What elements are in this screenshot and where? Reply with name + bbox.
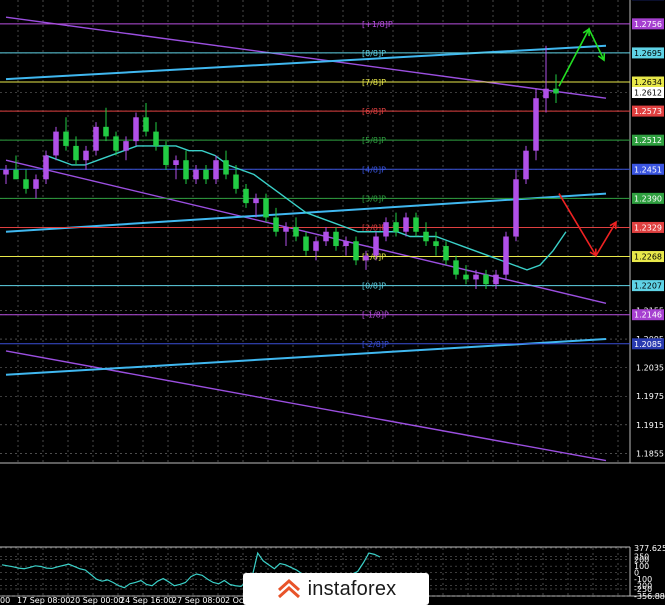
instaforex-logo-mark	[277, 578, 300, 599]
y-tick-label: 1.1975	[636, 392, 664, 401]
candle-body	[303, 236, 309, 251]
candle-body	[553, 88, 559, 94]
candle-body	[3, 169, 9, 175]
candle-body	[313, 241, 319, 251]
candle-body	[413, 217, 419, 232]
price-tag-label: 1.2634	[634, 78, 662, 87]
candle-body	[353, 241, 359, 261]
candle-body	[53, 131, 59, 156]
candle-body	[103, 126, 109, 137]
candle-body	[273, 217, 279, 232]
candle-body	[73, 145, 79, 161]
murrey-level-label: [6/8]P	[362, 107, 386, 116]
candle-body	[343, 241, 349, 247]
candle-body	[33, 179, 39, 189]
murrey-level-label: [-1/8]P	[362, 311, 389, 320]
price-tag-label: 1.2756	[634, 20, 662, 29]
candle-body	[93, 126, 99, 151]
candle-body	[213, 160, 219, 180]
candle-body	[173, 160, 179, 165]
y-tick-label: 1.1915	[636, 421, 664, 430]
murrey-level-label: [8/8]P	[362, 49, 386, 58]
candle-body	[493, 274, 499, 285]
x-tick-label: 20 Sep 00:00	[70, 596, 123, 605]
x-axis: 00 17 Sep 08:00 20 Sep 00:0024 Sep 16:0027…	[0, 596, 246, 605]
x-tick-label: 24 Sep 16:00	[120, 596, 173, 605]
candle-body	[23, 179, 29, 189]
candle-body	[83, 150, 89, 161]
candle-body	[163, 145, 169, 165]
candle-body	[233, 174, 239, 189]
price-tag-label: 1.2146	[634, 311, 662, 320]
instaforex-logo-text: instaforex	[307, 577, 397, 600]
candle-body	[503, 236, 509, 275]
candle-body	[183, 160, 189, 180]
candle-body	[363, 255, 369, 261]
candle-body	[523, 150, 529, 180]
candle-body	[423, 231, 429, 242]
candle-body	[403, 217, 409, 232]
y-tick-label: 1.2035	[636, 364, 664, 373]
candle-body	[43, 155, 49, 180]
candle-body	[133, 117, 139, 142]
candle-body	[393, 222, 399, 232]
murrey-level-label: [7/8]P	[362, 78, 386, 87]
candle-body	[223, 160, 229, 175]
candle-body	[123, 141, 129, 151]
candle-body	[113, 136, 119, 151]
candle-body	[253, 198, 259, 204]
x-tick-label: 00	[0, 596, 10, 605]
candle-body	[153, 131, 159, 146]
murrey-level-label: [+1/8]P	[362, 20, 393, 29]
price-tag-label: 1.2573	[634, 107, 662, 116]
candle-body	[453, 260, 459, 275]
candle-body	[463, 274, 469, 280]
price-tag-label: 1.2451	[634, 165, 662, 174]
instaforex-logo: instaforex	[243, 573, 429, 605]
price-tag-label: 1.2085	[634, 340, 662, 349]
candle-body	[193, 169, 199, 180]
candle-body	[443, 246, 449, 261]
murrey-level-label: [3/8]P	[362, 194, 386, 203]
candle-body	[433, 241, 439, 247]
candle-body	[283, 226, 289, 232]
murrey-level-label: [5/8]P	[362, 136, 386, 145]
candle-body	[143, 117, 149, 132]
candle-body	[203, 169, 209, 180]
price-tag-label: 1.2695	[634, 49, 662, 58]
candle-body	[293, 226, 299, 237]
price-tag-label: 1.2512	[634, 136, 662, 145]
murrey-level-label: [4/8]P	[362, 165, 386, 174]
candle-body	[243, 188, 249, 204]
candle-body	[13, 169, 19, 180]
x-tick-label: 27 Sep 08:00	[172, 596, 225, 605]
candle-body	[513, 179, 519, 237]
candle-body	[483, 274, 489, 285]
y-tick-label: 1.1855	[636, 449, 664, 458]
murrey-level-label: [0/8]P	[362, 282, 386, 291]
candle-body	[323, 231, 329, 242]
murrey-level-label: [-2/8]P	[362, 340, 389, 349]
price-tag-label: 1.2329	[634, 223, 662, 232]
price-tag-label: 1.2612	[634, 89, 662, 98]
candle-body	[333, 231, 339, 247]
price-chart: [+2/8]P[+1/8]P[8/8]P[7/8]P[6/8]P[5/8]P[4…	[0, 0, 665, 605]
candle-body	[373, 236, 379, 256]
candle-body	[533, 98, 539, 151]
candle-body	[473, 274, 479, 280]
candle-body	[543, 88, 549, 99]
x-tick-label: 17 Sep 08:00	[17, 596, 70, 605]
candle-body	[263, 198, 269, 218]
price-tag-label: 1.2268	[634, 253, 662, 262]
candle-body	[383, 222, 389, 237]
price-tag-label: 1.2207	[634, 282, 662, 291]
candle-body	[63, 131, 69, 146]
price-tag-label: 1.2390	[634, 194, 662, 203]
oscillator-tick-label: -356.8851	[634, 592, 665, 601]
